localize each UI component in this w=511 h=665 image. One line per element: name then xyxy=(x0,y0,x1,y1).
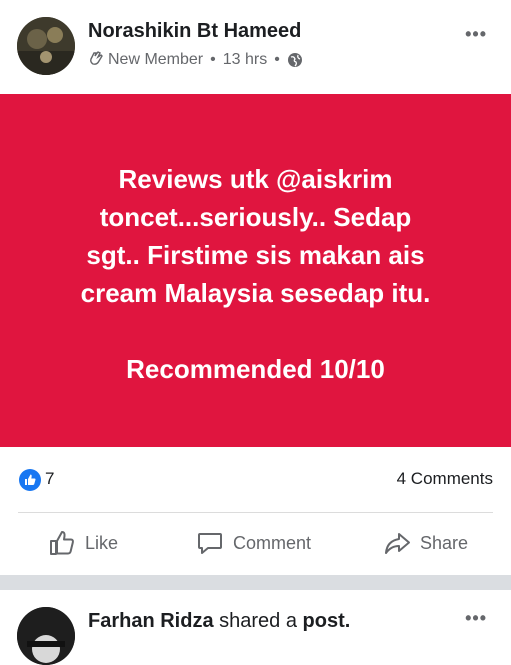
share-button[interactable]: Share xyxy=(383,529,468,557)
author-name[interactable]: Norashikin Bt Hameed xyxy=(88,20,301,43)
avatar[interactable] xyxy=(17,607,75,665)
separator-dot: • xyxy=(210,51,216,68)
post-text-banner: Reviews utk @aiskrim toncet...seriously.… xyxy=(0,94,511,447)
separator-dot: • xyxy=(274,51,280,68)
post-stats: 7 4 Comments xyxy=(0,447,511,511)
avatar[interactable] xyxy=(17,17,75,75)
post-actions: Like Comment Share xyxy=(0,513,511,573)
comments-count[interactable]: 4 Comments xyxy=(397,469,493,489)
post-meta: New Member • 13 hrs • xyxy=(88,50,303,70)
shared-verb: shared a xyxy=(219,610,297,632)
post-time[interactable]: 13 hrs xyxy=(223,51,267,69)
avatar-image xyxy=(17,607,75,665)
member-label[interactable]: New Member xyxy=(108,51,203,69)
shared-post-line: Farhan Ridza shared a post. xyxy=(88,610,350,633)
more-options-icon[interactable]: ••• xyxy=(465,24,487,45)
like-button[interactable]: Like xyxy=(48,529,118,557)
avatar-image xyxy=(17,17,75,75)
like-label: Like xyxy=(85,532,119,553)
thumbs-up-icon xyxy=(50,531,74,555)
comment-label: Comment xyxy=(233,532,312,553)
post-header: Norashikin Bt Hameed New Member • 13 hrs… xyxy=(0,0,511,94)
share-icon xyxy=(385,533,410,554)
feed-separator xyxy=(0,575,511,590)
author-name[interactable]: Farhan Ridza xyxy=(88,610,214,632)
reactions-count[interactable]: 7 xyxy=(45,469,54,489)
wave-hand-icon xyxy=(88,50,104,70)
globe-icon xyxy=(287,52,303,68)
share-label: Share xyxy=(420,532,469,553)
like-reaction-icon[interactable] xyxy=(19,469,41,491)
shared-object-link[interactable]: post. xyxy=(303,610,351,632)
comment-icon xyxy=(198,533,222,554)
comment-button[interactable]: Comment xyxy=(196,529,311,557)
post-text: Reviews utk @aiskrim toncet...seriously.… xyxy=(80,164,431,384)
next-post-header: Farhan Ridza shared a post. ••• xyxy=(0,590,511,665)
more-options-icon[interactable]: ••• xyxy=(465,608,487,629)
